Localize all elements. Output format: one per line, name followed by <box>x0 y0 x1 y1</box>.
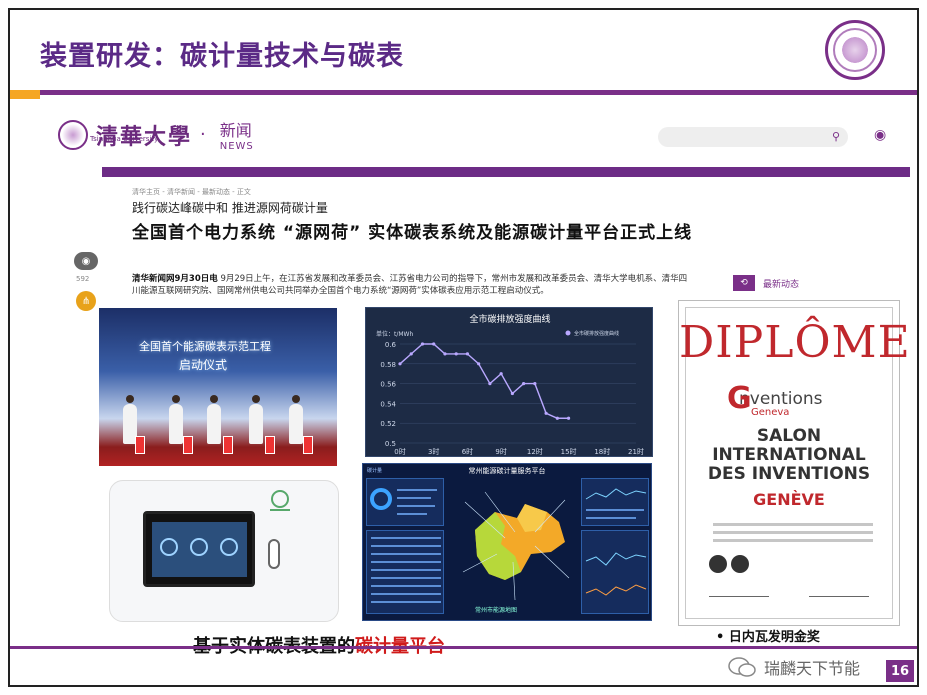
data-point <box>522 382 526 386</box>
data-point <box>477 362 481 366</box>
x-tick-label: 12时 <box>527 447 543 456</box>
page-number: 16 <box>886 660 914 682</box>
search-icon[interactable]: ⚲ <box>832 130 840 143</box>
device-screen <box>143 511 255 587</box>
x-tick-label: 21时 <box>628 447 644 456</box>
view-count: 592 <box>76 275 90 283</box>
diploma-signature <box>809 587 869 597</box>
data-point <box>432 342 436 346</box>
slide: 装置研发：碳计量技术与碳表 清華大學 · 新闻 NEWS Tsinghua Un… <box>8 8 919 687</box>
data-point <box>420 342 425 346</box>
y-tick-label: 0.52 <box>380 420 396 428</box>
diploma-stamp <box>709 555 727 573</box>
eye-icon[interactable]: ◉ <box>74 252 98 270</box>
dashboard-title: 常州能源碳计量服务平台 <box>468 467 546 475</box>
data-point <box>533 382 537 386</box>
geneva-diploma: DIPLÔME Gnventions Geneva SALON INTERNAT… <box>678 300 911 626</box>
tsinghua-seal-logo <box>825 20 885 80</box>
x-tick-label: 15时 <box>561 447 577 456</box>
data-point <box>409 352 413 356</box>
series-line <box>399 343 569 419</box>
device-knob <box>268 539 280 569</box>
wechat-icon <box>728 657 756 677</box>
data-point <box>488 382 492 386</box>
x-tick-label: 3时 <box>428 447 439 456</box>
y-tick-label: 0.56 <box>380 381 396 389</box>
inventions-initial: G <box>727 381 752 416</box>
salon-line-2: INTERNATIONAL <box>712 445 866 465</box>
diploma-signature <box>709 587 769 597</box>
dashboard-panel-right-bottom <box>581 530 649 614</box>
slide-title: 装置研发：碳计量技术与碳表 <box>40 41 404 72</box>
university-en: Tsinghua University <box>90 135 159 143</box>
news-section-en: NEWS <box>219 141 254 152</box>
ceremony-banner-line2: 启动仪式 <box>179 358 228 372</box>
award-caption: • 日内瓦发明金奖 <box>716 630 820 645</box>
device-brand-logo <box>265 489 295 513</box>
data-point <box>566 416 571 420</box>
diploma-title: DIPLÔME <box>679 317 911 368</box>
dashboard-panel-left-bottom <box>366 530 444 614</box>
latest-news-label: 最新动态 <box>763 279 800 290</box>
watermark-text: 瑞麟天下节能 <box>764 659 861 678</box>
share-icon[interactable]: ⋔ <box>76 291 96 311</box>
article-paragraph: 清华新闻网9月30日电 9月29日上午，在江苏省发展和改革委员会、江苏省电力公司… <box>132 273 692 297</box>
carbon-meter-device-photo <box>109 480 339 622</box>
data-point <box>510 391 514 396</box>
dashboard-footer: 常州市能源地图 <box>475 607 518 614</box>
legend-marker <box>565 330 571 336</box>
x-tick-label: 0时 <box>394 447 405 456</box>
ceremony-photo: 全国首个能源碳表示范工程 启动仪式 <box>99 308 337 466</box>
y-tick-label: 0.58 <box>380 361 396 369</box>
article-dateline: 清华新闻网9月30日电 <box>132 274 218 284</box>
data-point <box>499 372 503 376</box>
inventions-logo: Gnventions <box>727 381 823 416</box>
legend-label: 全市碳排放强度曲线 <box>574 330 619 337</box>
weibo-icon[interactable]: ◉ <box>874 127 886 143</box>
platform-caption: 基于实体碳表装置的碳计量平台 <box>193 632 445 658</box>
diploma-geneve: GENÈVE <box>753 490 825 509</box>
carbon-platform-dashboard: 碳计量 常州能源碳计量服务平台 常州市能源地图 <box>362 463 652 621</box>
data-point <box>555 416 559 420</box>
news-section-cn: 新闻 <box>219 121 252 140</box>
x-tick-label: 9时 <box>495 447 506 456</box>
nav-bar <box>102 167 910 177</box>
carbon-intensity-chart: 全市碳排放强度曲线 单位：t/MWh 全市碳排放强度曲线 0.5 0.52 0.54 0.5… <box>365 307 653 457</box>
data-point <box>544 411 548 415</box>
news-webpage-screenshot: 清華大學 · 新闻 NEWS Tsinghua University ⚲ ◉ 清… <box>50 105 917 311</box>
search-input[interactable]: ⚲ <box>658 127 848 147</box>
title-divider <box>10 90 917 99</box>
diploma-salon: SALON INTERNATIONAL DES INVENTIONS <box>679 427 899 484</box>
wechat-watermark: 瑞麟天下节能 <box>728 655 860 679</box>
chart-title: 全市碳排放强度曲线 <box>469 313 550 325</box>
breadcrumb: 清华主页 - 清华新闻 - 最新动态 - 正文 <box>132 188 251 196</box>
y-tick-label: 0.5 <box>385 440 396 448</box>
x-tick-label: 18时 <box>594 447 610 456</box>
latest-news-link[interactable]: ⟲ 最新动态 <box>733 275 799 291</box>
data-point <box>465 352 470 356</box>
data-point <box>398 362 402 366</box>
y-tick-label: 0.54 <box>380 400 396 408</box>
article-headline: 全国首个电力系统 “源网荷” 实体碳表系统及能源碳计量平台正式上线 <box>132 223 693 243</box>
article-kicker: 践行碳达峰碳中和 推进源网荷碳计量 <box>132 201 328 215</box>
salon-line-1: SALON <box>756 426 822 446</box>
footer-divider <box>10 646 917 649</box>
y-tick-label: 0.6 <box>385 341 397 349</box>
dashboard-panel-right-top <box>581 478 649 526</box>
tsinghua-seal-icon <box>58 119 88 150</box>
chart-svg: 全市碳排放强度曲线单位：t/MWh 全市碳排放强度曲线0.50.520.540.5… <box>376 313 644 456</box>
dashboard-map <box>455 482 575 610</box>
inventions-geneva: Geneva <box>751 407 790 418</box>
dashboard-panel-left-top <box>366 478 444 526</box>
salon-line-3: DES INVENTIONS <box>707 464 871 484</box>
latest-news-icon: ⟲ <box>733 275 755 291</box>
ceremony-banner-line1: 全国首个能源碳表示范工程 <box>139 340 271 353</box>
data-point <box>443 352 447 356</box>
diploma-stamp <box>731 555 749 573</box>
chart-ylabel: 单位：t/MWh <box>376 330 413 338</box>
x-tick-label: 6时 <box>462 447 473 456</box>
data-point <box>454 352 458 356</box>
